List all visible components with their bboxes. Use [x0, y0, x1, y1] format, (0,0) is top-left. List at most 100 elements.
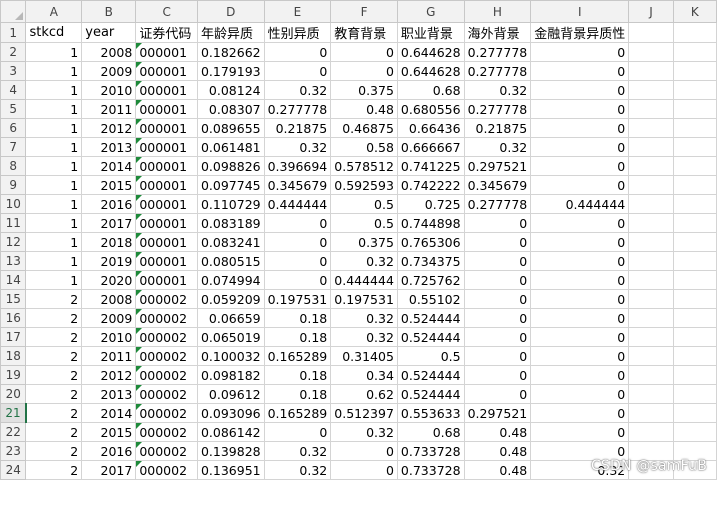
- empty-cell[interactable]: [628, 365, 674, 385]
- table-cell[interactable]: 000001: [135, 61, 198, 81]
- table-cell[interactable]: 0.48: [463, 422, 532, 442]
- table-cell[interactable]: 000001: [135, 270, 198, 290]
- table-cell[interactable]: 2: [25, 460, 83, 480]
- row-header[interactable]: 12: [0, 232, 27, 252]
- table-cell[interactable]: 0.18: [263, 308, 332, 328]
- table-cell[interactable]: 2017: [81, 460, 137, 480]
- table-cell[interactable]: 0: [263, 232, 332, 252]
- table-cell[interactable]: 0.734375: [396, 251, 465, 271]
- header-cell[interactable]: [672, 22, 717, 43]
- table-cell[interactable]: 2: [25, 403, 83, 423]
- table-cell[interactable]: 0.345679: [263, 175, 332, 195]
- table-cell[interactable]: 2: [25, 384, 83, 404]
- table-cell[interactable]: 0.725762: [396, 270, 465, 290]
- row-header[interactable]: 7: [0, 137, 27, 157]
- empty-cell[interactable]: [672, 99, 717, 119]
- table-cell[interactable]: 2010: [81, 80, 137, 100]
- row-header[interactable]: 20: [0, 384, 27, 404]
- table-cell[interactable]: 0: [263, 213, 332, 233]
- empty-cell[interactable]: [628, 403, 674, 423]
- table-cell[interactable]: 0: [530, 422, 630, 442]
- table-cell[interactable]: 0.110729: [196, 194, 265, 214]
- table-cell[interactable]: 0: [463, 289, 532, 309]
- table-cell[interactable]: 000002: [135, 346, 198, 366]
- table-cell[interactable]: 1: [25, 61, 83, 81]
- table-cell[interactable]: 0.375: [330, 232, 398, 252]
- table-cell[interactable]: 2013: [81, 384, 137, 404]
- table-cell[interactable]: 000001: [135, 42, 198, 62]
- table-cell[interactable]: 0.345679: [463, 175, 532, 195]
- empty-cell[interactable]: [672, 289, 717, 309]
- empty-cell[interactable]: [628, 308, 674, 328]
- table-cell[interactable]: 0.32: [463, 80, 532, 100]
- table-cell[interactable]: 0.197531: [330, 289, 398, 309]
- table-cell[interactable]: 1: [25, 232, 83, 252]
- table-cell[interactable]: 2009: [81, 308, 137, 328]
- table-cell[interactable]: 0.179193: [196, 61, 265, 81]
- table-cell[interactable]: 0.66436: [396, 118, 465, 138]
- table-cell[interactable]: 0: [530, 137, 630, 157]
- header-cell[interactable]: [628, 22, 674, 43]
- table-cell[interactable]: 2015: [81, 175, 137, 195]
- table-cell[interactable]: 2008: [81, 42, 137, 62]
- table-cell[interactable]: 1: [25, 137, 83, 157]
- table-cell[interactable]: 000002: [135, 365, 198, 385]
- table-cell[interactable]: 1: [25, 42, 83, 62]
- table-cell[interactable]: 0: [530, 99, 630, 119]
- empty-cell[interactable]: [628, 156, 674, 176]
- empty-cell[interactable]: [672, 80, 717, 100]
- table-cell[interactable]: 1: [25, 99, 83, 119]
- table-cell[interactable]: 0.18: [263, 327, 332, 347]
- table-cell[interactable]: 0.524444: [396, 384, 465, 404]
- table-cell[interactable]: 0: [463, 384, 532, 404]
- row-header[interactable]: 18: [0, 346, 27, 366]
- table-cell[interactable]: 0.059209: [196, 289, 265, 309]
- table-cell[interactable]: 0: [330, 42, 398, 62]
- table-cell[interactable]: 000002: [135, 308, 198, 328]
- table-cell[interactable]: 1: [25, 156, 83, 176]
- table-cell[interactable]: 0.098826: [196, 156, 265, 176]
- table-cell[interactable]: 0: [530, 346, 630, 366]
- table-cell[interactable]: 000001: [135, 175, 198, 195]
- table-cell[interactable]: 2009: [81, 61, 137, 81]
- table-cell[interactable]: 2016: [81, 441, 137, 461]
- row-header[interactable]: 10: [0, 194, 27, 214]
- table-cell[interactable]: 0.744898: [396, 213, 465, 233]
- table-cell[interactable]: 2014: [81, 156, 137, 176]
- empty-cell[interactable]: [672, 422, 717, 442]
- empty-cell[interactable]: [672, 232, 717, 252]
- table-cell[interactable]: 000002: [135, 441, 198, 461]
- table-cell[interactable]: 0.578512: [330, 156, 398, 176]
- table-cell[interactable]: 0.165289: [263, 403, 332, 423]
- table-cell[interactable]: 2: [25, 441, 83, 461]
- table-cell[interactable]: 000001: [135, 137, 198, 157]
- table-cell[interactable]: 000002: [135, 422, 198, 442]
- header-cell[interactable]: 教育背景: [330, 22, 398, 43]
- empty-cell[interactable]: [628, 118, 674, 138]
- table-cell[interactable]: 0: [463, 346, 532, 366]
- table-cell[interactable]: 0.21875: [263, 118, 332, 138]
- table-cell[interactable]: 0: [530, 232, 630, 252]
- table-cell[interactable]: 0.741225: [396, 156, 465, 176]
- select-all-corner[interactable]: [0, 0, 27, 23]
- table-cell[interactable]: 0: [463, 232, 532, 252]
- table-cell[interactable]: 0: [530, 156, 630, 176]
- header-cell[interactable]: 性别异质: [263, 22, 332, 43]
- table-cell[interactable]: 0.083189: [196, 213, 265, 233]
- column-header-b[interactable]: B: [81, 0, 137, 23]
- table-cell[interactable]: 0.139828: [196, 441, 265, 461]
- header-cell[interactable]: 职业背景: [396, 22, 465, 43]
- table-cell[interactable]: 0: [463, 251, 532, 271]
- table-cell[interactable]: 000002: [135, 384, 198, 404]
- row-header[interactable]: 1: [0, 22, 27, 43]
- row-header[interactable]: 19: [0, 365, 27, 385]
- header-cell[interactable]: stkcd: [25, 22, 83, 43]
- table-cell[interactable]: 1: [25, 80, 83, 100]
- table-cell[interactable]: 0.097745: [196, 175, 265, 195]
- table-cell[interactable]: 0.086142: [196, 422, 265, 442]
- empty-cell[interactable]: [672, 175, 717, 195]
- empty-cell[interactable]: [628, 384, 674, 404]
- empty-cell[interactable]: [628, 232, 674, 252]
- table-cell[interactable]: 0: [530, 308, 630, 328]
- row-header[interactable]: 5: [0, 99, 27, 119]
